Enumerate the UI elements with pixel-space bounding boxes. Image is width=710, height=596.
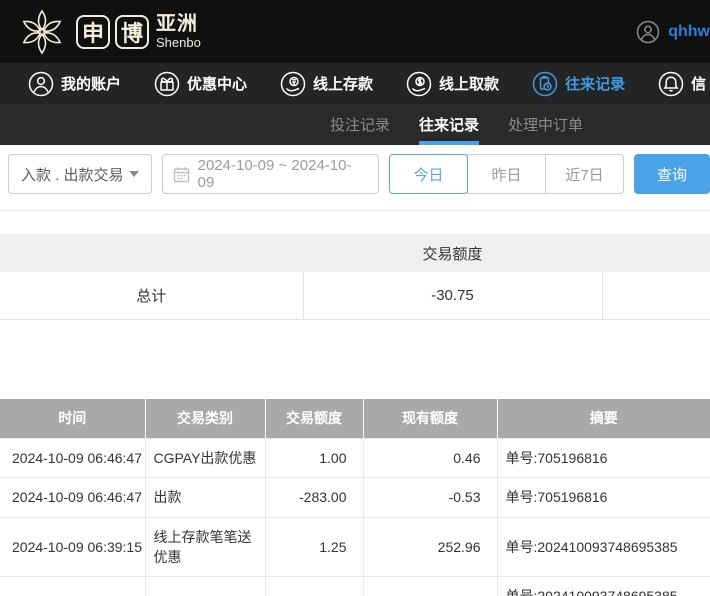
search-button[interactable]: 查询 bbox=[634, 154, 710, 194]
transaction-type-value: 入款 . 出款交易 bbox=[21, 166, 124, 184]
filter-bar: 入款 . 出款交易 2024-10-09 ~ 2024-10-09 今日 昨日 … bbox=[0, 145, 710, 211]
nav-item-transaction-records[interactable]: 往来记录 bbox=[532, 71, 625, 97]
topbar: 申 博 亚洲 Shenbo qhhw bbox=[0, 0, 710, 63]
summary-empty-cell bbox=[602, 272, 710, 320]
cell-type: 线上存款 bbox=[144, 576, 266, 596]
cell-memo: 单号:705196816 bbox=[496, 477, 710, 518]
cell-balance: 252.96 bbox=[362, 516, 498, 578]
last7days-button[interactable]: 近7日 bbox=[545, 154, 624, 194]
records-header-row: 时间 交易类别 交易额度 现有额度 摘要 bbox=[0, 398, 710, 439]
summary-header-row: 交易额度 bbox=[0, 234, 710, 272]
username-label[interactable]: qhhw bbox=[668, 23, 710, 41]
date-range-value: 2024-10-09 ~ 2024-10-09 bbox=[197, 157, 352, 191]
brand-english-label: Shenbo bbox=[156, 35, 201, 50]
summary-header-spacer bbox=[602, 234, 710, 272]
nav-label: 往来记录 bbox=[565, 76, 626, 93]
cell-balance: 0.46 bbox=[362, 437, 498, 479]
logo-char-bo: 博 bbox=[115, 14, 149, 49]
yesterday-button[interactable]: 昨日 bbox=[467, 154, 546, 194]
calendar-icon bbox=[173, 166, 189, 182]
transaction-records-page: 申 博 亚洲 Shenbo qhhw 我的账户 优惠中心 线上存款 线上取款 往… bbox=[0, 0, 710, 596]
tab-transaction-records[interactable]: 往来记录 bbox=[419, 104, 480, 145]
cell-time: 2024-10-09 06:46:47 bbox=[0, 437, 146, 479]
brand-logo[interactable]: 申 博 亚洲 Shenbo bbox=[18, 8, 201, 56]
today-button[interactable]: 今日 bbox=[389, 154, 468, 194]
cell-amount: -283.00 bbox=[264, 477, 364, 518]
summary-table: 交易额度 总计 -30.75 bbox=[0, 234, 710, 320]
tab-betting-records[interactable]: 投注记录 bbox=[330, 104, 390, 145]
chevron-down-icon bbox=[128, 171, 139, 177]
nav-label: 线上存款 bbox=[313, 76, 374, 93]
nav-item-promotions[interactable]: 优惠中心 bbox=[154, 71, 247, 97]
cell-amount: 1.00 bbox=[264, 437, 364, 479]
promo-icon bbox=[154, 71, 180, 96]
main-navigation: 我的账户 优惠中心 线上存款 线上取款 往来记录 信 bbox=[0, 63, 710, 104]
col-header-memo: 摘要 bbox=[497, 398, 710, 439]
summary-total-value: -30.75 bbox=[302, 272, 603, 320]
cell-type: 出款 bbox=[144, 477, 266, 518]
transaction-type-select[interactable]: 入款 . 出款交易 bbox=[8, 154, 152, 194]
cell-time: 2024-10-09 06:39:15 bbox=[0, 576, 146, 596]
nav-item-messages[interactable]: 信 bbox=[658, 71, 706, 97]
summary-header-amount: 交易额度 bbox=[303, 234, 602, 272]
records-icon bbox=[532, 71, 558, 96]
bell-icon bbox=[658, 71, 684, 96]
cell-type: 线上存款笔笔送优惠 bbox=[144, 516, 266, 578]
logo-char-shen: 申 bbox=[76, 14, 110, 49]
withdraw-icon bbox=[406, 71, 432, 96]
sub-navigation: 投注记录 往来记录 处理中订单 bbox=[0, 104, 710, 145]
nav-item-online-withdraw[interactable]: 线上取款 bbox=[406, 71, 499, 97]
deposit-icon bbox=[280, 71, 306, 96]
nav-item-online-deposit[interactable]: 线上存款 bbox=[280, 71, 373, 97]
col-header-type: 交易类别 bbox=[145, 398, 266, 439]
cell-type: CGPAY出款优惠 bbox=[144, 437, 266, 479]
summary-total-row: 总计 -30.75 bbox=[0, 272, 710, 320]
user-account-area[interactable]: qhhw bbox=[636, 0, 710, 63]
quick-range-button-group: 今日 昨日 近7日 bbox=[389, 154, 624, 194]
user-avatar-icon bbox=[636, 20, 660, 43]
summary-header-spacer bbox=[0, 234, 303, 272]
cell-balance: 251.71 bbox=[362, 576, 498, 596]
cell-memo: 单号:202410093748695385 人民币(RMB): 250 bbox=[496, 576, 710, 596]
table-row: 2024-10-09 06:39:15 线上存款笔笔送优惠 1.25 252.9… bbox=[0, 516, 710, 578]
cell-balance: -0.53 bbox=[362, 477, 498, 518]
cell-amount: 250.00 bbox=[264, 576, 364, 596]
table-row: 2024-10-09 06:39:15 线上存款 250.00 251.71 单… bbox=[0, 576, 710, 596]
cell-time: 2024-10-09 06:39:15 bbox=[0, 516, 146, 578]
cell-amount: 1.25 bbox=[264, 516, 364, 578]
cell-time: 2024-10-09 06:46:47 bbox=[0, 477, 146, 518]
cell-memo: 单号:705196816 bbox=[496, 437, 710, 479]
nav-label: 我的账户 bbox=[61, 76, 122, 93]
account-icon bbox=[28, 71, 54, 96]
nav-label: 信 bbox=[691, 76, 707, 93]
nav-label: 线上取款 bbox=[439, 76, 500, 93]
col-header-balance: 现有额度 bbox=[363, 398, 498, 439]
table-row: 2024-10-09 06:46:47 出款 -283.00 -0.53 单号:… bbox=[0, 477, 710, 518]
brand-region-label: 亚洲 bbox=[156, 13, 198, 35]
flower-logo-icon bbox=[22, 9, 62, 54]
records-table: 时间 交易类别 交易额度 现有额度 摘要 2024-10-09 06:46:47… bbox=[0, 398, 710, 596]
nav-item-my-account[interactable]: 我的账户 bbox=[28, 71, 121, 97]
col-header-time: 时间 bbox=[0, 398, 146, 439]
table-row: 2024-10-09 06:46:47 CGPAY出款优惠 1.00 0.46 … bbox=[0, 437, 710, 479]
nav-label: 优惠中心 bbox=[187, 76, 248, 93]
tab-pending-orders[interactable]: 处理中订单 bbox=[508, 104, 583, 145]
date-range-input[interactable]: 2024-10-09 ~ 2024-10-09 bbox=[161, 154, 379, 194]
summary-total-label: 总计 bbox=[0, 272, 303, 320]
cell-memo: 单号:202410093748695385 bbox=[496, 516, 710, 578]
col-header-amount: 交易额度 bbox=[265, 398, 364, 439]
